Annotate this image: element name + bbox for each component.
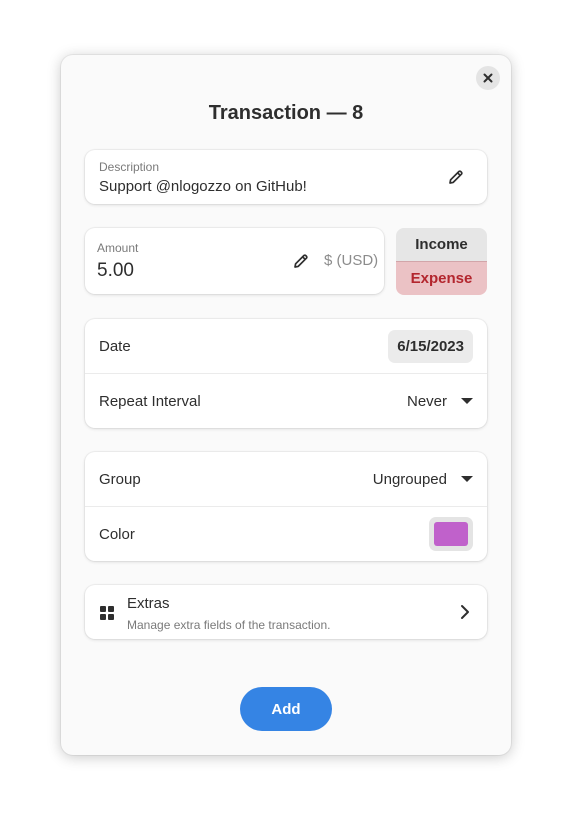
date-section: Date 6/15/2023 Repeat Interval Never [85, 319, 487, 428]
repeat-interval-value: Never [406, 392, 447, 410]
amount-label: Amount [97, 241, 139, 255]
description-value[interactable]: Support @nlogozzo on GitHub! [99, 178, 307, 195]
group-row: Group Ungrouped [85, 452, 487, 506]
amount-field[interactable]: Amount 5.00 $ (USD) [85, 228, 384, 294]
date-label: Date [99, 337, 131, 355]
dialog-title: Transaction — 8 [208, 102, 364, 124]
extras-row[interactable]: Extras Manage extra fields of the transa… [85, 585, 487, 639]
color-swatch [434, 522, 468, 546]
date-button[interactable]: 6/15/2023 [388, 329, 473, 363]
expense-toggle-button[interactable]: Expense [396, 262, 487, 295]
description-field[interactable]: Description Support @nlogozzo on GitHub! [85, 150, 487, 204]
amount-value[interactable]: 5.00 [97, 260, 134, 282]
group-section: Group Ungrouped Color [85, 452, 487, 561]
date-row: Date 6/15/2023 [85, 319, 487, 373]
close-button[interactable] [476, 66, 500, 90]
add-button[interactable]: Add [240, 687, 332, 731]
extras-subtitle: Manage extra fields of the transaction. [127, 618, 331, 632]
extras-title: Extras [127, 595, 170, 612]
close-icon [483, 73, 493, 83]
pencil-icon[interactable] [293, 253, 309, 269]
currency-label: $ (USD) [324, 252, 379, 269]
color-picker-button[interactable] [429, 517, 473, 551]
repeat-interval-label: Repeat Interval [99, 392, 201, 410]
group-dropdown[interactable]: Ungrouped [373, 471, 473, 488]
color-label: Color [99, 525, 135, 543]
repeat-interval-row: Repeat Interval Never [85, 373, 487, 428]
pencil-icon[interactable] [448, 169, 464, 185]
group-label: Group [99, 470, 141, 488]
description-label: Description [99, 160, 160, 174]
repeat-interval-dropdown[interactable]: Never [407, 393, 473, 410]
group-value: Ungrouped [372, 470, 447, 488]
transaction-dialog: Transaction — 8 Description Support @nlo… [61, 55, 511, 755]
grid-icon [100, 606, 114, 620]
transaction-type-toggle: Income Expense [396, 228, 487, 295]
chevron-right-icon [459, 604, 471, 620]
income-toggle-button[interactable]: Income [396, 228, 487, 262]
dropdown-arrow-icon [461, 476, 473, 482]
color-row: Color [85, 506, 487, 561]
dropdown-arrow-icon [461, 398, 473, 404]
